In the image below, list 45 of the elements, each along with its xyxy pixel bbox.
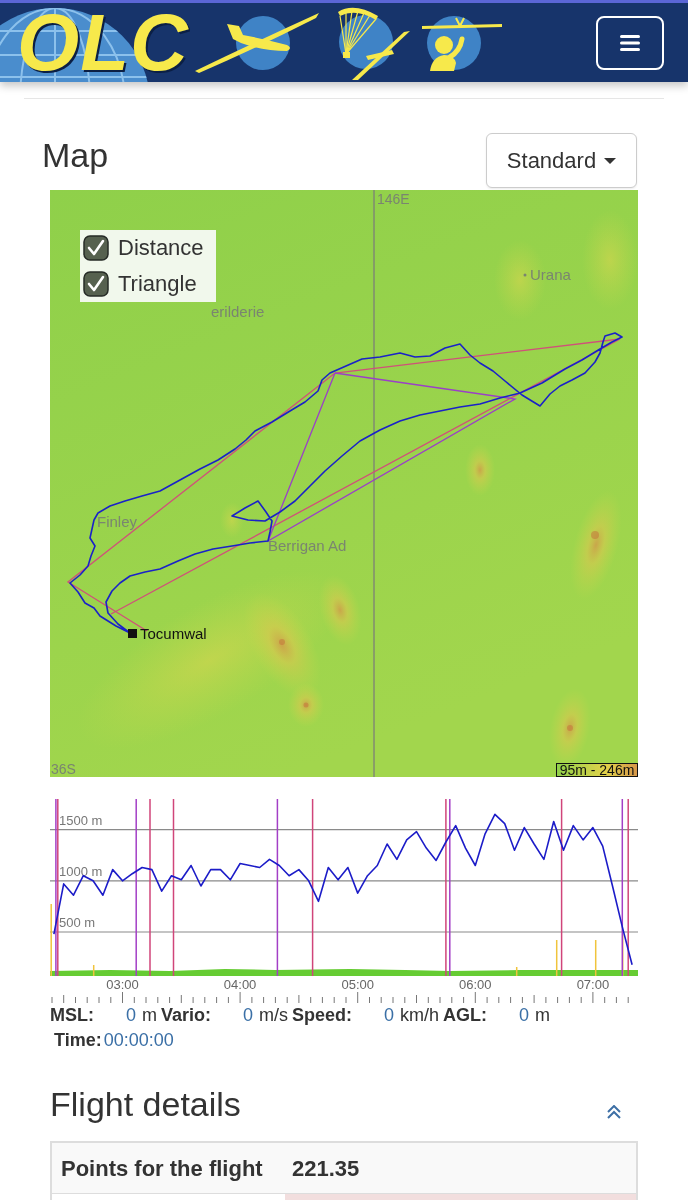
place-label: Berrigan Ad — [268, 537, 347, 554]
x-axis-label: 07:00 — [576, 977, 610, 991]
table-cell-text: 221.35 — [291, 1154, 360, 1183]
readout-unit: m/s — [259, 1005, 289, 1025]
place-label: Finley — [97, 513, 137, 530]
legend-label: Triangle — [118, 271, 197, 297]
readout-value: 00:00:00 — [103, 1029, 174, 1052]
caret-down-icon — [604, 157, 617, 164]
table-cell-text: Points for the flight — [60, 1154, 264, 1183]
readout-label: AGL: — [443, 1005, 488, 1025]
place-label: Urana — [530, 266, 571, 283]
map-type-dropdown[interactable]: Standard — [486, 133, 637, 188]
section-title: Map — [42, 135, 109, 175]
checkbox[interactable] — [83, 235, 109, 261]
grid-label: 36S — [51, 761, 76, 777]
y-axis-label: 500 m — [59, 915, 96, 930]
menu-icon — [620, 34, 640, 51]
x-axis-label: 04:00 — [223, 977, 257, 991]
airfield-marker-icon — [128, 629, 137, 638]
collapse-chevrons-icon[interactable] — [607, 1105, 621, 1119]
readout-label: Time: — [54, 1030, 102, 1050]
readout-value: 0 — [383, 1004, 395, 1027]
readout-label: MSL: — [50, 1005, 94, 1025]
town-dot-icon — [523, 273, 527, 277]
y-axis-label: 1500 m — [59, 812, 103, 828]
x-axis-label: 05:00 — [341, 977, 374, 991]
readout-value: 0 — [518, 1004, 530, 1027]
checkbox[interactable] — [83, 271, 109, 297]
readout-unit: m — [142, 1005, 157, 1025]
readout-unit: m — [535, 1005, 551, 1025]
y-axis-label: 1000 m — [59, 863, 103, 879]
elevation-scale: 95m - 246m — [556, 762, 638, 777]
readout-label: Speed: — [292, 1005, 353, 1025]
place-label: Tocumwal — [140, 625, 207, 642]
place-label: erilderie — [211, 303, 265, 320]
readout-value: 0 — [125, 1004, 136, 1027]
legend-label: Distance — [118, 235, 204, 261]
readout-value: 0 — [242, 1004, 254, 1027]
x-axis-label: 06:00 — [459, 977, 492, 991]
x-axis-label: 03:00 — [106, 977, 139, 991]
readout-label: Vario: — [161, 1005, 212, 1025]
menu-button[interactable] — [596, 15, 664, 70]
readout-unit: km/h — [400, 1005, 440, 1025]
section-title: Flight details — [50, 1084, 241, 1124]
grid-label: 146E — [377, 191, 410, 207]
